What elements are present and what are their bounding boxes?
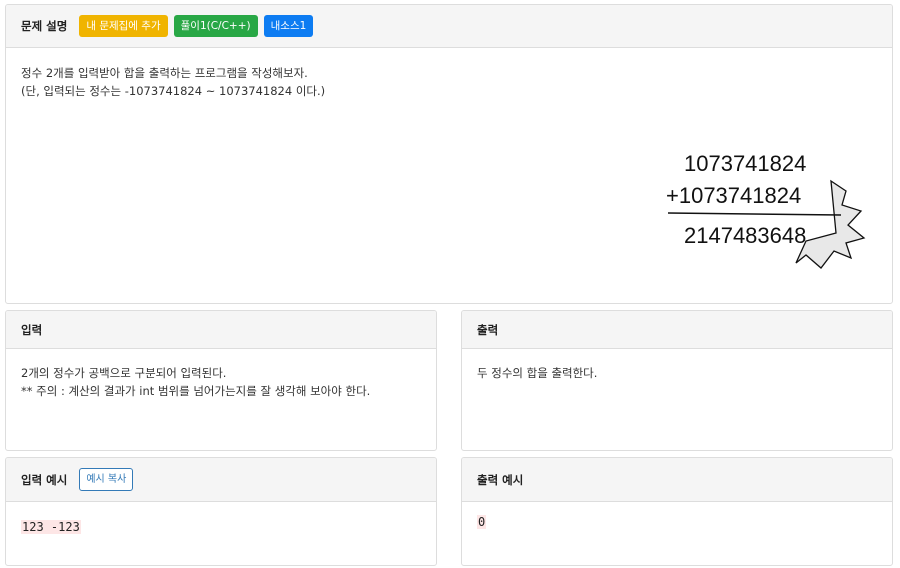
problem-panel: 문제 설명 내 문제집에 추가 풀이1(C/C++) 내소스1 정수 2개를 입… (5, 4, 893, 304)
figure-sum: 2147483648 (684, 223, 806, 248)
sample-output-panel: 출력 예시 0 (461, 457, 893, 566)
problem-text-line: (단, 입력되는 정수는 -1073741824 ~ 1073741824 이다… (21, 84, 326, 98)
output-text-line: 두 정수의 합을 출력한다. (477, 366, 598, 380)
my-source-button[interactable]: 내소스1 (263, 15, 314, 37)
solution-button[interactable]: 풀이1(C/C++) (173, 15, 258, 37)
problem-text-line: 정수 2개를 입력받아 합을 출력하는 프로그램을 작성해보자. (21, 66, 308, 80)
sample-output-title: 출력 예시 (477, 472, 524, 487)
sample-input-title: 입력 예시 (21, 472, 68, 487)
input-text-line: ** 주의 : 계산의 결과가 int 범위를 넘어가는지를 잘 생각해 보아야… (21, 384, 371, 398)
addition-illustration: 1073741824 +1073741824 2147483648 (666, 151, 866, 269)
sample-input-panel: 입력 예시 예시 복사 123 -123 (5, 457, 437, 566)
input-text-line: 2개의 정수가 공백으로 구분되어 입력된다. (21, 366, 227, 380)
sample-output-value: 0 (477, 515, 487, 529)
input-title: 입력 (21, 322, 43, 337)
copy-sample-button[interactable]: 예시 복사 (79, 468, 134, 491)
figure-operand-a: 1073741824 (684, 151, 806, 176)
input-panel: 입력 2개의 정수가 공백으로 구분되어 입력된다. ** 주의 : 계산의 결… (5, 310, 437, 451)
sample-input-value: 123 -123 (21, 520, 81, 534)
add-to-my-set-button[interactable]: 내 문제집에 추가 (79, 15, 168, 37)
output-panel: 출력 두 정수의 합을 출력한다. (461, 310, 893, 451)
output-title: 출력 (477, 322, 499, 337)
problem-header: 문제 설명 내 문제집에 추가 풀이1(C/C++) 내소스1 (6, 5, 892, 48)
figure-operand-b: +1073741824 (666, 183, 801, 208)
problem-title: 문제 설명 (21, 19, 68, 33)
